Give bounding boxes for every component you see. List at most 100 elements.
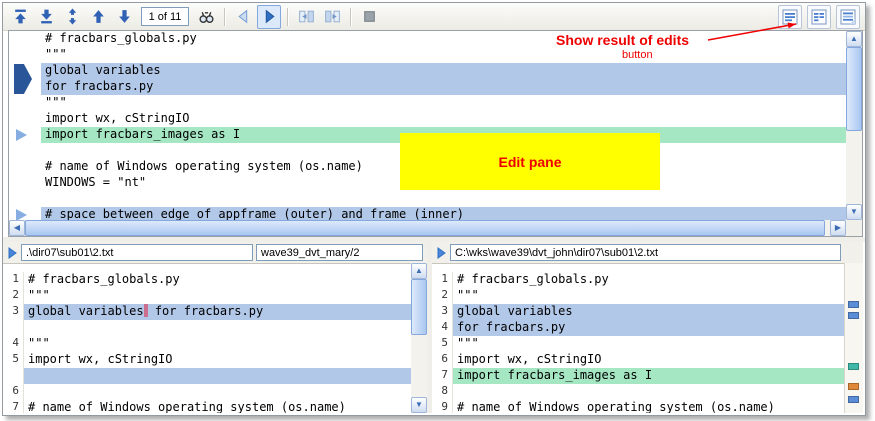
current-change-marker[interactable] [14,64,32,94]
scroll-up-button[interactable]: ▲ [846,31,862,47]
edit-line[interactable]: # space between edge of appframe (outer)… [41,207,846,220]
overview-mark[interactable] [848,383,859,390]
goto-last-difference-button[interactable] [34,5,58,29]
merge-right-button[interactable] [320,5,344,29]
edit-line[interactable]: """ [41,95,846,111]
line-number: 2 [432,288,453,304]
edit-pane-vertical-scrollbar[interactable]: ▲ ▼ [846,31,862,220]
edit-line[interactable]: import wx, cStringIO [41,111,846,127]
change-marker-icon[interactable] [16,129,27,141]
scroll-down-button[interactable]: ▼ [846,204,862,220]
left-pane-line[interactable]: 1# fracbars_globals.py [3,272,411,288]
right-pane-arrow-icon[interactable] [435,247,447,259]
position-field[interactable] [141,7,189,26]
line-number: 7 [432,368,453,384]
left-file-pane[interactable]: 1# fracbars_globals.py2"""3global variab… [3,242,427,413]
edit-line[interactable]: """ [41,47,846,63]
left-pane-line-text[interactable]: """ [24,288,411,304]
diff-overview-strip[interactable] [844,263,863,413]
left-pane-line[interactable]: 7# name of Windows operating system (os.… [3,400,411,413]
right-pane-line-text[interactable]: global variables [453,304,845,320]
previous-difference-button[interactable] [86,5,110,29]
left-pane-line[interactable] [3,368,411,384]
right-pane-line[interactable]: 9# name of Windows operating system (os.… [432,400,845,413]
right-pane-line[interactable]: 7import fracbars_images as I [432,368,845,384]
right-pane-line-text[interactable]: """ [453,288,845,304]
find-icon[interactable] [194,5,218,29]
left-pane-arrow-icon[interactable] [6,247,18,259]
edit-line[interactable]: for fracbars.py [41,79,846,95]
left-pane-line-text[interactable] [24,368,411,384]
left-pane-line[interactable]: 6 [3,384,411,400]
annotation-button-label: button [622,49,653,61]
left-pane-vertical-scrollbar[interactable]: ▲ ▼ [411,263,427,413]
right-pane-code-area[interactable]: 1# fracbars_globals.py2"""3global variab… [432,263,845,413]
line-number: 5 [432,336,453,352]
show-two-panes-button[interactable] [807,5,831,29]
goto-current-difference-button[interactable] [60,5,84,29]
scroll-thumb[interactable] [411,279,427,335]
left-file-path-field[interactable] [21,244,253,261]
left-pane-line-text[interactable]: import wx, cStringIO [24,352,411,368]
overview-mark[interactable] [848,396,859,403]
left-pane-line-text[interactable] [24,320,411,336]
edit-line[interactable] [41,191,846,207]
scroll-down-button[interactable]: ▼ [411,397,427,413]
edit-pane-horizontal-scrollbar[interactable]: ◀ ▶ [9,220,846,236]
left-pane-line[interactable] [3,320,411,336]
left-pane-line[interactable]: 2""" [3,288,411,304]
line-number: 2 [3,288,24,304]
right-pane-line[interactable]: 4for fracbars.py [432,320,845,336]
right-pane-line[interactable]: 2""" [432,288,845,304]
overview-mark[interactable] [848,363,859,370]
annotation-edit-pane-box: Edit pane [400,133,660,190]
right-pane-line-text[interactable]: # name of Windows operating system (os.n… [453,400,845,413]
edit-pane-code-area[interactable]: # fracbars_globals.py"""global variables… [41,31,846,220]
right-pane-line[interactable]: 5""" [432,336,845,352]
right-file-path-field[interactable] [450,244,841,261]
line-number [3,368,24,384]
left-pane-line-text[interactable]: global variables for fracbars.py [24,304,411,320]
right-pane-line-text[interactable]: import fracbars_images as I [453,368,845,384]
merge-left-button[interactable] [294,5,318,29]
show-result-of-edits-button[interactable] [778,5,802,29]
left-pane-line-text[interactable]: # name of Windows operating system (os.n… [24,400,411,413]
left-pane-line-text[interactable] [24,384,411,400]
next-file-button[interactable] [257,5,281,29]
right-pane-line[interactable]: 1# fracbars_globals.py [432,272,845,288]
line-number: 1 [432,272,453,288]
right-pane-line-text[interactable]: # fracbars_globals.py [453,272,845,288]
toolbar-separator [287,8,288,26]
scroll-left-button[interactable]: ◀ [9,220,25,236]
show-three-panes-button[interactable] [836,5,860,29]
previous-file-button[interactable] [231,5,255,29]
right-pane-line-text[interactable]: """ [453,336,845,352]
left-branch-field[interactable] [256,244,423,261]
edit-line[interactable]: global variables [41,63,846,79]
right-pane-line[interactable]: 3global variables [432,304,845,320]
left-pane-code-area[interactable]: 1# fracbars_globals.py2"""3global variab… [3,263,411,413]
scroll-thumb[interactable] [846,47,862,131]
right-file-pane[interactable]: 1# fracbars_globals.py2"""3global variab… [432,242,863,413]
toolbar-separator [224,8,225,26]
left-pane-line[interactable]: 4""" [3,336,411,352]
line-number: 3 [432,304,453,320]
left-pane-line-text[interactable]: # fracbars_globals.py [24,272,411,288]
scroll-up-button[interactable]: ▲ [411,263,427,279]
stop-button[interactable] [357,5,381,29]
left-pane-line[interactable]: 3global variables for fracbars.py [3,304,411,320]
left-pane-line-text[interactable]: """ [24,336,411,352]
edit-line[interactable]: # fracbars_globals.py [41,31,846,47]
scroll-thumb[interactable] [25,220,825,236]
right-pane-line[interactable]: 6import wx, cStringIO [432,352,845,368]
right-pane-line-text[interactable] [453,384,845,400]
right-pane-line-text[interactable]: for fracbars.py [453,320,845,336]
right-pane-line[interactable]: 8 [432,384,845,400]
scroll-right-button[interactable]: ▶ [830,220,846,236]
right-pane-line-text[interactable]: import wx, cStringIO [453,352,845,368]
overview-mark[interactable] [848,312,859,319]
next-difference-button[interactable] [112,5,136,29]
left-pane-line[interactable]: 5import wx, cStringIO [3,352,411,368]
goto-first-difference-button[interactable] [8,5,32,29]
overview-mark[interactable] [848,301,859,308]
